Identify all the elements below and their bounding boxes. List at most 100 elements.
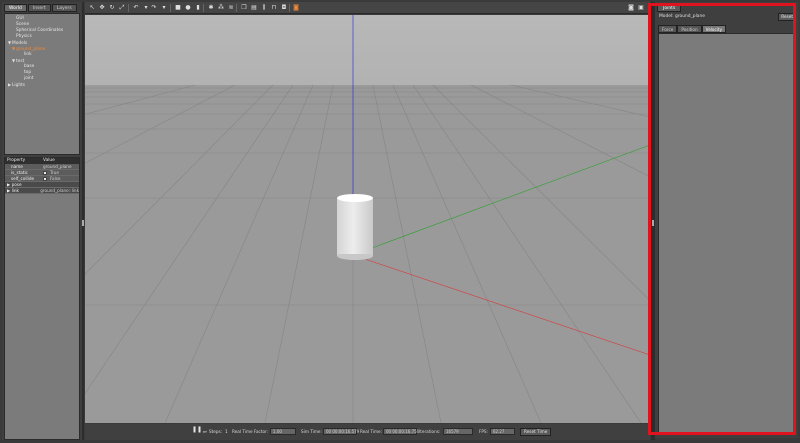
sim-time-label: Sim Time: bbox=[301, 429, 322, 434]
world-tree: GUI Scene Spherical Coordinates Physics ▼Mod… bbox=[4, 13, 80, 155]
left-panel: World Insert Layers GUI Scene Spherical Co… bbox=[2, 2, 82, 440]
property-value[interactable]: ground_plane::link bbox=[38, 188, 79, 193]
reset-time-button[interactable]: Reset Time bbox=[520, 428, 552, 436]
property-name: self_collide bbox=[5, 176, 41, 181]
scene-viewport[interactable] bbox=[85, 15, 650, 423]
property-value[interactable]: True bbox=[41, 170, 79, 175]
select-mode-icon[interactable]: ↖ bbox=[89, 5, 95, 11]
tree-item-label: Lights bbox=[12, 83, 25, 88]
property-name-text: pose bbox=[11, 182, 22, 187]
real-time-factor-label: Real Time Factor: bbox=[232, 429, 269, 434]
toolbar-divider bbox=[128, 4, 129, 12]
tab-velocity[interactable]: Velocity bbox=[701, 25, 727, 33]
tree-item-label: GUI bbox=[16, 16, 24, 21]
property-value[interactable] bbox=[41, 182, 79, 187]
tree-item-label: Scene bbox=[16, 22, 30, 27]
tab-world[interactable]: World bbox=[4, 4, 27, 12]
undo-icon[interactable]: ↶ bbox=[133, 5, 139, 11]
property-value-text: ground_plane bbox=[43, 164, 72, 169]
cylinder-shape-icon[interactable]: ▮ bbox=[195, 5, 201, 11]
simulation-status-bar: ❚❚ ⏭ Steps: 1 Real Time Factor: 1.00 Sim… bbox=[85, 424, 650, 440]
property-value-text: False bbox=[50, 176, 61, 181]
screenshot-icon[interactable]: ◙ bbox=[293, 5, 299, 11]
left-splitter[interactable] bbox=[82, 2, 84, 440]
joints-panel: Joints Model: ground_plane Reset Force P… bbox=[655, 2, 798, 438]
property-value-text: True bbox=[50, 170, 59, 175]
redo-menu-icon[interactable]: ▾ bbox=[161, 5, 167, 11]
iterations-value: 16579 bbox=[443, 428, 473, 435]
property-rows: name ground_plane is_static True self_collid… bbox=[5, 164, 79, 194]
toolbar-divider bbox=[236, 4, 237, 12]
property-name: name bbox=[5, 164, 41, 169]
tab-position[interactable]: Position bbox=[677, 25, 702, 33]
scene-render[interactable] bbox=[85, 15, 650, 423]
real-time-factor-value: 1.00 bbox=[270, 428, 296, 435]
property-name-text: link bbox=[11, 188, 19, 193]
box-shape-icon[interactable]: ■ bbox=[175, 5, 181, 11]
property-name-text: self_collide bbox=[11, 176, 35, 181]
real-time-label: Real Time: bbox=[360, 429, 383, 434]
cylinder-model[interactable] bbox=[337, 194, 373, 260]
left-tab-bar: World Insert Layers bbox=[4, 4, 77, 12]
real-time-value: 00 00:00:16.750 bbox=[383, 428, 419, 435]
rotate-mode-icon[interactable]: ↻ bbox=[109, 5, 115, 11]
scale-mode-icon[interactable]: ⤢ bbox=[119, 5, 125, 11]
tree-item-label: link bbox=[24, 52, 32, 57]
checkbox-icon[interactable] bbox=[43, 177, 47, 181]
steps-label: Steps: bbox=[209, 429, 223, 434]
property-name: ▶ pose bbox=[5, 182, 41, 187]
checkbox-icon[interactable] bbox=[43, 171, 47, 175]
tree-item-label: joint bbox=[24, 76, 34, 81]
property-value[interactable]: False bbox=[41, 176, 79, 181]
sphere-shape-icon[interactable]: ● bbox=[185, 5, 191, 11]
property-name: ▶ link bbox=[5, 188, 39, 193]
tab-insert[interactable]: Insert bbox=[27, 4, 51, 12]
step-icon[interactable]: ⏭ bbox=[203, 429, 207, 435]
sim-time-value: 00 00:00:16.579 bbox=[323, 428, 359, 435]
undo-menu-icon[interactable]: ▾ bbox=[143, 5, 149, 11]
copy-icon[interactable]: ❐ bbox=[241, 5, 247, 11]
property-name-text: name bbox=[11, 164, 23, 169]
tab-layers[interactable]: Layers bbox=[51, 4, 77, 12]
align-icon[interactable]: ⫼ bbox=[261, 5, 267, 11]
tree-item-label: Spherical Coordinates bbox=[16, 28, 64, 33]
spot-light-icon[interactable]: ⁂ bbox=[218, 5, 224, 11]
tree-item-label: base bbox=[24, 64, 35, 69]
change-view-icon[interactable]: ◘ bbox=[281, 5, 287, 11]
toolbar-divider bbox=[203, 4, 204, 12]
property-name: is_static bbox=[5, 170, 41, 175]
gazebo-window: World Insert Layers GUI Scene Spherical Co… bbox=[0, 0, 800, 443]
joint-control-content bbox=[658, 33, 796, 435]
property-name-text: is_static bbox=[11, 170, 28, 175]
fps-label: FPS: bbox=[479, 429, 489, 434]
splitter-grip-icon[interactable] bbox=[652, 220, 654, 226]
directional-light-icon[interactable]: ≋ bbox=[228, 5, 234, 11]
scene-toolbar: ↖ ✥ ↻ ⤢ ↶ ▾ ↷ ▾ ■ ● ▮ ✱ ⁂ ≋ ❐ ▤ ⫼ ⊓ ◘ ◙ … bbox=[85, 2, 650, 14]
tree-item-label: Physics bbox=[16, 34, 32, 39]
tab-joints[interactable]: Joints bbox=[657, 4, 682, 12]
tree-item[interactable]: ▶Lights bbox=[5, 82, 79, 88]
property-value[interactable]: ground_plane bbox=[41, 164, 79, 169]
sky bbox=[85, 15, 650, 85]
property-row[interactable]: ▶ link ground_plane::link bbox=[5, 188, 79, 194]
translate-mode-icon[interactable]: ✥ bbox=[99, 5, 105, 11]
redo-icon[interactable]: ↷ bbox=[151, 5, 157, 11]
point-light-icon[interactable]: ✱ bbox=[208, 5, 214, 11]
record-icon[interactable]: ▣ bbox=[638, 5, 644, 11]
toolbar-divider bbox=[289, 4, 290, 12]
reset-joints-button[interactable]: Reset bbox=[778, 13, 796, 21]
tree-item-label: top bbox=[24, 70, 32, 75]
splitter-grip-icon[interactable] bbox=[82, 220, 84, 226]
steps-value[interactable]: 1 bbox=[225, 429, 228, 435]
joint-model-label: Model: ground_plane bbox=[659, 14, 705, 19]
tab-force[interactable]: Force bbox=[658, 25, 678, 33]
property-value-text: ground_plane::link bbox=[40, 188, 79, 193]
paste-icon[interactable]: ▤ bbox=[251, 5, 257, 11]
joint-control-tabs: Force Position Velocity bbox=[658, 25, 727, 33]
toolbar-divider bbox=[170, 4, 171, 12]
camera-icon[interactable]: ◙ bbox=[628, 5, 634, 11]
property-table: Property Value name ground_plane is_static… bbox=[4, 157, 80, 440]
fps-value: 62.27 bbox=[490, 428, 515, 435]
iterations-label: Iterations: bbox=[419, 429, 441, 434]
snap-icon[interactable]: ⊓ bbox=[271, 5, 277, 11]
